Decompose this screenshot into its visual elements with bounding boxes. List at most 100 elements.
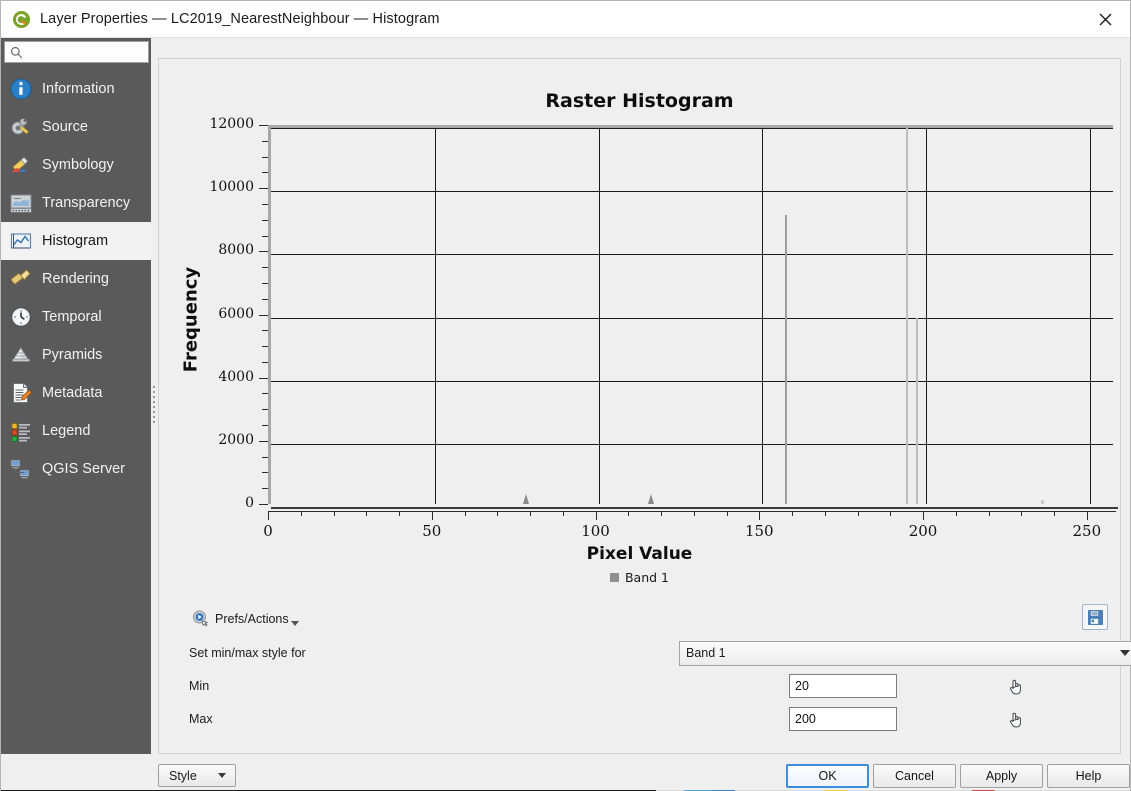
y-tick-minor [262,235,268,237]
sidebar-item-label: Metadata [42,385,103,401]
y-tick-minor [262,488,268,490]
help-button[interactable]: Help [1047,764,1130,788]
sidebar-item-pyramids[interactable]: Pyramids [1,336,151,374]
sidebar-item-label: Pyramids [42,347,103,363]
histogram-bar [647,494,654,504]
sidebar-item-legend[interactable]: Legend [1,412,151,450]
x-tick-minor [399,511,400,516]
gridline-vertical [1089,128,1091,504]
x-tick-label: 150 [744,522,774,540]
prefs-actions-icon [193,610,209,627]
x-tick-major [923,511,925,520]
sidebar-splitter[interactable] [151,38,158,754]
x-tick-label: 200 [908,522,938,540]
apply-button[interactable]: Apply [960,764,1043,788]
window-title: Layer Properties — LC2019_NearestNeighbo… [40,11,440,27]
x-tick-minor [562,511,564,516]
y-tick-label: 6000 [218,305,254,322]
chart-x-axis-line [271,507,1118,509]
y-tick-minor [262,156,268,158]
x-tick-minor [988,511,990,516]
max-label: Max [189,712,213,726]
search-box[interactable] [4,41,149,63]
sidebar-item-histogram[interactable]: Histogram [1,222,151,260]
pick-hand-icon[interactable] [1005,675,1027,697]
sidebar-item-transparency[interactable]: Transparency [1,184,151,222]
chart-title: Raster Histogram [545,90,734,112]
y-tick-minor [262,346,268,348]
x-tick-minor [333,511,335,516]
cancel-button[interactable]: Cancel [873,764,956,788]
min-row: Min [189,673,1114,699]
apply-button-label: Apply [985,769,1018,783]
pick-hand-icon[interactable] [1005,708,1027,730]
symbology-brush-icon [8,152,34,178]
rendering-brush-icon [8,266,34,292]
x-tick-minor [530,511,531,516]
close-icon[interactable] [1081,1,1130,37]
sidebar-item-label: Temporal [42,309,102,325]
minmax-style-row: Set min/max style for Band 1 [189,640,1131,666]
ok-button[interactable]: OK [786,764,869,788]
qgis-server-icon [8,456,34,482]
x-tick-minor [792,511,794,516]
x-tick-minor [824,511,826,516]
y-tick-major [259,251,268,253]
y-tick-minor [262,425,268,427]
y-tick-major [259,314,268,316]
sidebar-item-information[interactable]: Information [1,70,151,108]
y-tick-minor [262,330,268,332]
prefs-actions-label: Prefs/Actions [215,611,289,626]
qgis-logo-icon [12,10,31,28]
x-tick-label: 0 [263,522,273,540]
x-tick-label: 250 [1072,522,1102,540]
chart-plot-area [268,125,1118,509]
y-tick-minor [262,393,268,395]
legend-list-icon [8,418,34,444]
min-input[interactable] [789,674,897,698]
x-tick-major [1086,511,1088,520]
prefs-actions-button[interactable]: Prefs/Actions [191,609,299,628]
gridline-horizontal [271,128,1113,129]
sidebar-item-label: Source [42,119,88,135]
legend-swatch [609,573,619,582]
style-button[interactable]: Style [158,764,236,787]
histogram-bar [785,215,788,504]
clock-icon [8,304,34,330]
sidebar-item-temporal[interactable]: Temporal [1,298,151,336]
sidebar-item-label: Transparency [42,195,131,211]
y-tick-major [259,188,268,190]
y-tick-minor [262,298,268,300]
histogram-bar [916,317,919,504]
y-tick-major [259,377,268,379]
sidebar-item-symbology[interactable]: Symbology [1,146,151,184]
max-row: Max [189,706,1114,732]
max-input[interactable] [789,707,897,731]
y-tick-minor [262,282,268,284]
x-tick-minor [693,511,695,516]
x-tick-major [431,511,433,520]
y-tick-major [259,504,268,505]
y-tick-minor [262,219,268,221]
sidebar-item-qgis-server[interactable]: QGIS Server [1,450,151,488]
x-tick-minor [1021,511,1023,516]
dialog-footer: Style OK Cancel Apply Help [1,754,1130,790]
gridline-horizontal [271,380,1113,382]
histogram-bar [906,128,909,504]
sidebar-item-metadata[interactable]: Metadata [1,374,151,412]
band-select[interactable]: Band 1 [679,640,1131,666]
histogram-icon [8,228,34,254]
sidebar-item-label: Legend [42,423,91,439]
information-icon [8,76,34,102]
save-histogram-button[interactable] [1082,604,1108,630]
chevron-down-icon [218,773,226,778]
cancel-button-label: Cancel [895,769,934,783]
histogram-bar [1040,500,1044,504]
sidebar-item-source[interactable]: Source [1,108,151,146]
sidebar-item-label: Histogram [42,233,109,249]
chart-x-axis-label: Pixel Value [586,544,693,564]
gridline-horizontal [271,443,1113,445]
x-tick-minor [955,511,957,516]
sidebar-item-rendering[interactable]: Rendering [1,260,151,298]
search-input[interactable] [27,45,145,59]
